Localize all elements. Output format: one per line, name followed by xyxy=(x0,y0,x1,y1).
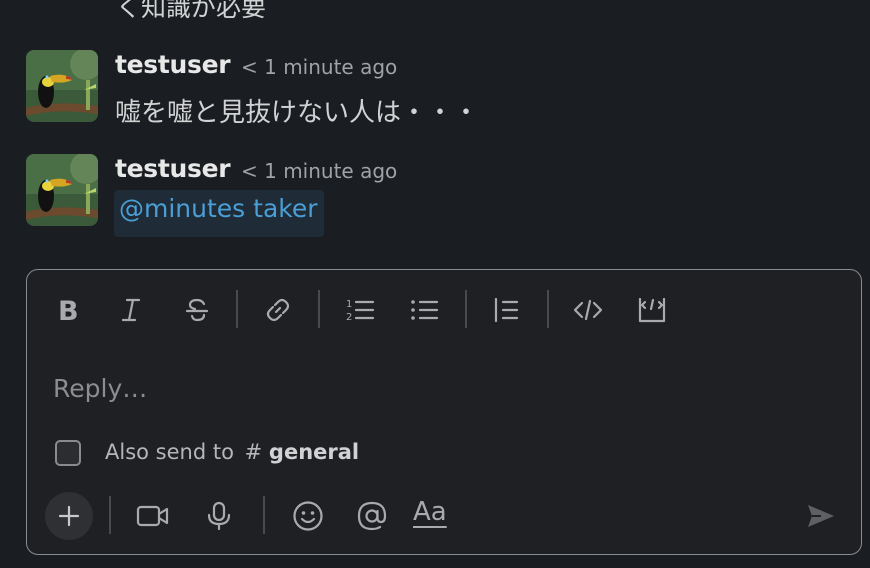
message-timestamp[interactable]: < 1 minute ago xyxy=(241,159,397,183)
send-icon[interactable] xyxy=(803,498,839,534)
video-icon[interactable] xyxy=(133,496,173,536)
toolbar-divider xyxy=(465,290,467,328)
composer-actions: Aa xyxy=(27,488,861,544)
toolbar-divider xyxy=(318,290,320,328)
message-composer: B 12 Reply… Also send to # general Aa xyxy=(26,269,862,555)
message-text: 嘘を嘘と見抜けない人は・・・ xyxy=(115,98,480,128)
plus-icon[interactable] xyxy=(45,492,93,540)
emoji-icon[interactable] xyxy=(288,496,328,536)
channel-hash-icon: # xyxy=(244,440,263,464)
thread-view: く知識が必要 testuser < 1 minute ago 嘘を嘘と見抜けない… xyxy=(0,0,870,568)
previous-message-text: く知識が必要 xyxy=(116,0,267,22)
bold-icon[interactable]: B xyxy=(48,290,88,330)
message-item: testuser < 1 minute ago @minutes taker xyxy=(26,154,846,237)
channel-name: general xyxy=(268,440,360,464)
also-send-checkbox[interactable] xyxy=(55,440,81,466)
message-author[interactable]: testuser xyxy=(115,154,231,183)
italic-icon[interactable] xyxy=(111,290,151,330)
avatar[interactable] xyxy=(26,154,98,226)
formatting-toolbar: B 12 xyxy=(27,270,861,350)
ordered-list-icon[interactable]: 12 xyxy=(340,290,380,330)
microphone-icon[interactable] xyxy=(199,496,239,536)
bulleted-list-icon[interactable] xyxy=(404,290,444,330)
strikethrough-icon[interactable] xyxy=(177,290,217,330)
code-block-icon[interactable] xyxy=(632,290,672,330)
message-item: testuser < 1 minute ago 嘘を嘘と見抜けない人は・・・ xyxy=(26,50,846,130)
blockquote-icon[interactable] xyxy=(486,290,526,330)
toolbar-divider xyxy=(547,290,549,328)
svg-text:1: 1 xyxy=(346,299,352,310)
user-mention[interactable]: @minutes taker xyxy=(114,190,324,237)
svg-text:B: B xyxy=(58,296,79,324)
also-send-label[interactable]: Also send to # general xyxy=(105,440,359,464)
svg-text:2: 2 xyxy=(346,312,352,323)
also-send-text: Also send to xyxy=(105,440,234,464)
formatting-toggle[interactable]: Aa xyxy=(413,497,447,537)
toolbar-divider xyxy=(263,496,265,534)
avatar[interactable] xyxy=(26,50,98,122)
toolbar-divider xyxy=(109,496,111,534)
code-icon[interactable] xyxy=(568,290,608,330)
reply-input[interactable] xyxy=(53,368,833,408)
link-icon[interactable] xyxy=(258,290,298,330)
mention-icon[interactable] xyxy=(352,496,392,536)
message-timestamp[interactable]: < 1 minute ago xyxy=(241,55,397,79)
message-author[interactable]: testuser xyxy=(115,50,231,79)
toolbar-divider xyxy=(236,290,238,328)
